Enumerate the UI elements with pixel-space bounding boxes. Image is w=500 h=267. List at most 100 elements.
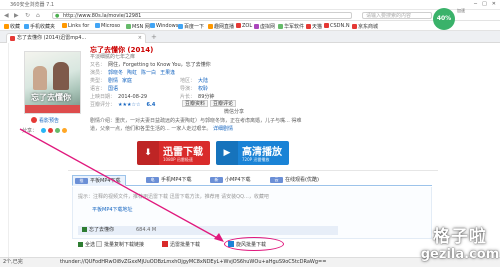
tab-bar: 忘了去懂你 (2014)迅雷mp4... × + <box>0 31 500 43</box>
tmall-icon <box>306 24 311 29</box>
title-bar: 360安全浏览器 7.1 ─ □ ✕ <box>0 0 500 10</box>
synopsis-more-link[interactable]: 详细剧情 <box>213 126 233 132</box>
download-arrow-icon: ⬇ <box>137 141 159 165</box>
info-runtime: 片长： 89分钟 <box>180 94 215 100</box>
bookmark-item[interactable]: 手机收藏夹 <box>24 23 55 30</box>
movie-subtitle: 平淡细腻的七年之痒 <box>90 54 136 60</box>
minimize-icon[interactable]: ─ <box>474 1 477 7</box>
download-address-link[interactable]: 平板MP4下载地址 <box>92 206 133 213</box>
weibo-icon[interactable] <box>47 128 53 133</box>
baidu-icon <box>178 24 183 29</box>
refresh-icon[interactable]: ↻ <box>25 12 30 19</box>
info-cast: 演员： 郭晓冬 陶虹 陈一白 王果逢 <box>90 70 176 76</box>
bookmark-item[interactable]: CSDN.N <box>324 23 350 29</box>
watermark: 格子啦 gezila.com <box>420 222 500 267</box>
folder-icon <box>24 24 29 29</box>
bookmark-item[interactable]: MSN 网 <box>126 23 150 30</box>
bookmark-item[interactable]: ZOL <box>236 23 252 29</box>
more-share-icon[interactable] <box>61 128 67 133</box>
tab-active[interactable]: 忘了去懂你 (2014)迅雷mp4... × <box>6 33 146 43</box>
content-border <box>8 43 9 257</box>
file-row[interactable]: 忘了去懂你 684.4 M <box>78 226 338 235</box>
speed-label: 加速 <box>457 8 465 13</box>
bookmark-item[interactable]: 天猫 <box>306 23 322 30</box>
back-icon[interactable]: ◀ <box>4 12 9 19</box>
status-link-url: thunder://QUFodHRwOi8vZGxxMjUuODBzLmxhOj… <box>60 259 327 265</box>
bookmark-item[interactable]: Windows <box>150 23 178 29</box>
select-all-checkbox[interactable] <box>78 242 83 247</box>
url-text: http://www.80s.la/movie/12981 <box>63 13 142 19</box>
thunder-icon <box>162 241 168 247</box>
speed-up-badge[interactable]: 40% 加速 <box>433 8 465 30</box>
douban-comment-button[interactable]: 豆瓣评论 <box>210 100 237 107</box>
info-region: 地区： 大陆 <box>180 78 209 84</box>
select-all[interactable]: 全选 <box>78 241 95 250</box>
tab-online-play[interactable]: 云在线观看(优酷) <box>268 175 319 186</box>
rating-value: 6.4 <box>146 102 156 108</box>
bookmark-item[interactable]: 京东商城 <box>352 23 378 30</box>
thunder-batch-button[interactable]: 迅雷批量下载 <box>162 241 200 250</box>
secure-icon: ● <box>55 13 60 19</box>
tab-close-icon[interactable]: × <box>138 34 142 43</box>
vm-icon <box>254 24 259 29</box>
bookmark-item[interactable]: 收藏 <box>4 23 20 30</box>
play-icon <box>31 117 37 123</box>
share-row: 分享： <box>22 127 67 134</box>
file-checkbox[interactable] <box>82 227 87 232</box>
folder-icon <box>62 23 67 28</box>
movie-poster[interactable]: 忘了去懂你 <box>24 51 81 114</box>
bookmark-item[interactable]: 百度一下 <box>178 23 204 30</box>
home-icon[interactable]: ⌂ <box>36 12 40 19</box>
poster-figure-left <box>33 66 47 90</box>
window-controls: ─ □ ✕ <box>474 1 496 7</box>
douban-info-button[interactable]: 豆瓣资料 <box>182 100 209 107</box>
nav-bar: ◀ ▶ ↻ ⌂ ● http://www.80s.la/movie/12981 … <box>0 10 500 21</box>
info-aka: 又名： 网住，Forgetting to Know You，忘了去懂你 <box>90 62 211 68</box>
download-site-icon <box>278 24 283 29</box>
search-input[interactable]: 请输入要搜索的内容 <box>362 12 432 19</box>
address-bar[interactable]: ● http://www.80s.la/movie/12981 <box>52 12 352 19</box>
download-hint: 提示：注释的视频文件，推荐用迅雷下载 迅雷下载方法，推荐用 请安装QQ...，收… <box>78 194 269 200</box>
msn-icon <box>126 24 131 29</box>
bookmark-item[interactable]: Links for <box>62 23 89 29</box>
rating-stars: ★★★☆☆ <box>118 102 141 108</box>
windows-icon <box>150 23 155 28</box>
folder-icon <box>95 23 100 28</box>
star-icon <box>4 24 9 29</box>
tv-icon <box>208 24 213 29</box>
tab-phone-mp4[interactable]: 电手机MP4下载 <box>144 175 192 186</box>
csdn-icon <box>324 23 329 28</box>
info-language: 语言： 国语 <box>90 86 119 92</box>
bookmark-item[interactable]: 华军软件 <box>278 23 304 30</box>
qzone-icon[interactable] <box>40 128 46 133</box>
play-icon: ▶ <box>216 141 238 165</box>
poster-banner <box>25 105 80 113</box>
tab-small-mp4[interactable]: 新小MP4下载 <box>208 175 251 186</box>
poster-figure-right <box>53 62 69 90</box>
new-tab-icon[interactable]: + <box>151 33 157 41</box>
forward-icon[interactable]: ▶ <box>14 12 19 19</box>
status-count: 2个,已完 <box>3 259 23 265</box>
synopsis: 剧情介绍：重庆，一对夫妻日益疏远的夫妻陶虹）与郭晓冬饰，正在考虑离婚，儿子与嘴.… <box>90 118 302 132</box>
bookmark-item[interactable]: Microso <box>95 23 120 29</box>
wechat-share[interactable]: 微信分享 <box>224 108 244 115</box>
tab-tablet-mp4[interactable]: 推平板MP4下载 <box>72 175 126 186</box>
bookmark-item[interactable]: 虚拟网 <box>254 23 275 30</box>
wechat-icon[interactable] <box>54 128 60 133</box>
window-title: 360安全浏览器 7.1 <box>10 2 55 8</box>
trailer-link[interactable]: 看影预告 <box>31 117 59 124</box>
favicon-icon <box>10 36 15 41</box>
info-type: 类型： 剧情 家庭 <box>90 78 133 84</box>
file-size: 684.4 M <box>136 227 157 233</box>
watermark-en: gezila.com <box>420 247 500 262</box>
batch-copy-button[interactable]: 批量复制下载链接 <box>96 241 144 250</box>
xunlei-download-button[interactable]: ⬇ 迅雷下载 1080P 迅雷极速 <box>137 141 210 165</box>
format-tabs: 推平板MP4下载 电手机MP4下载 新小MP4下载 云在线观看(优酷) <box>72 175 432 186</box>
hd-play-button[interactable]: ▶ 高清播放 720P 迅雷播放 <box>216 141 289 165</box>
info-date: 上映日期： 2014-08-29 <box>90 94 148 100</box>
bookmark-item[interactable]: 趣网直播 <box>208 23 234 30</box>
maximize-icon[interactable]: □ <box>482 1 487 7</box>
close-icon[interactable]: ✕ <box>492 1 496 7</box>
bookmarks-bar: 收藏 手机收藏夹 Links for Microso MSN 网 Windows… <box>0 21 500 31</box>
jd-icon <box>352 24 357 29</box>
